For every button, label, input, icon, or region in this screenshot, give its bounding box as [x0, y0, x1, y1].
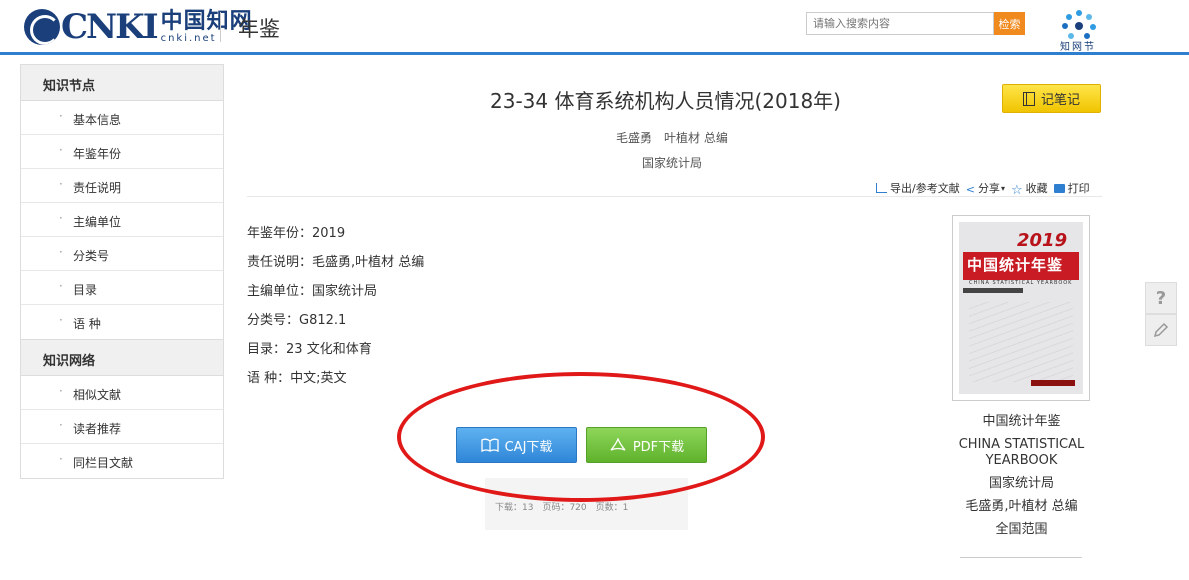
meta-catalog: 目录：23 文化和体育 — [247, 342, 372, 357]
zhiwangjie-text: 知网节 — [1060, 42, 1096, 53]
book-editors: 毛盛勇,叶植材 总编 — [965, 499, 1078, 514]
article-publisher: 国家统计局 — [642, 156, 703, 170]
sidebar-item-reader-recommend[interactable]: 读者推荐 — [21, 410, 223, 444]
logo-text: CNKI — [61, 7, 159, 47]
meta-responsibility: 责任说明：毛盛勇,叶植材 总编 — [247, 255, 425, 270]
book-scope: 全国范围 — [995, 522, 1048, 537]
meta-editor-unit: 主编单位：国家统计局 — [247, 284, 378, 299]
export-icon — [876, 183, 887, 193]
sidebar-group-knowledge-nodes: 知识节点 基本信息 年鉴年份 责任说明 主编单位 分类号 目录 语 种 — [20, 64, 224, 340]
take-note-label: 记笔记 — [1040, 93, 1080, 108]
print-button[interactable]: 打印 — [1053, 180, 1090, 196]
header-underline — [0, 52, 1189, 55]
search-input[interactable] — [806, 12, 994, 35]
article-editors: 毛盛勇 叶植材 总编 — [616, 131, 728, 145]
printer-icon — [1053, 183, 1065, 193]
sidebar-group-title: 知识网络 — [21, 340, 223, 376]
book-name-cn[interactable]: 中国统计年鉴 — [950, 414, 1093, 430]
cover-year: 2019 — [1017, 230, 1068, 251]
book-info-separator — [960, 557, 1082, 558]
export-button[interactable]: 导出/参考文献 — [876, 180, 960, 196]
sidebar-item-classification[interactable]: 分类号 — [21, 237, 223, 271]
pdf-download-button[interactable]: PDF下载 — [586, 427, 707, 463]
book-cover[interactable]: 2019 中国统计年鉴 CHINA STATISTICAL YEARBOOK — [952, 215, 1090, 401]
download-stats: 下载：13 页码：720 页数：1 — [485, 478, 688, 530]
article-metadata: 年鉴年份：2019 责任说明：毛盛勇,叶植材 总编 主编单位：国家统计局 分类号… — [247, 222, 424, 396]
notebook-icon — [1022, 91, 1035, 106]
meta-yearbook-year: 年鉴年份：2019 — [247, 226, 346, 241]
share-button[interactable]: < 分享 ▾ — [966, 180, 1005, 196]
share-icon: < — [965, 183, 975, 196]
sidebar-group-knowledge-network: 知识网络 相似文献 读者推荐 同栏目文献 — [20, 340, 224, 479]
meta-classification: 分类号：G812.1 — [247, 313, 347, 328]
cnki-logo[interactable]: CNKI 中国知网 cnki.net — [24, 7, 253, 47]
cover-subtitle: CHINA STATISTICAL YEARBOOK — [969, 280, 1073, 286]
sidebar-item-basic-info[interactable]: 基本信息 — [21, 101, 223, 135]
logo-separator — [220, 12, 221, 42]
feedback-icon[interactable]: ? — [1145, 282, 1177, 314]
book-icon — [480, 438, 499, 452]
sidebar-item-yearbook-year[interactable]: 年鉴年份 — [21, 135, 223, 169]
article-toolbar: 导出/参考文献 < 分享 ▾ ☆ 收藏 打印 — [876, 180, 1096, 198]
pencil-icon[interactable] — [1145, 314, 1177, 346]
caj-download-button[interactable]: CAJ下载 — [456, 427, 577, 463]
book-publisher: 国家统计局 — [988, 476, 1054, 491]
star-icon: ☆ — [1010, 183, 1023, 198]
sidebar-item-editor-unit[interactable]: 主编单位 — [21, 203, 223, 237]
take-note-button[interactable]: 记笔记 — [1002, 84, 1101, 113]
pdf-download-label: PDF下载 — [632, 439, 685, 455]
sidebar-item-responsibility[interactable]: 责任说明 — [21, 169, 223, 203]
page-title: 23-34 体育系统机构人员情况(2018年) — [490, 89, 841, 113]
cover-title: 中国统计年鉴 — [963, 252, 1079, 280]
content-divider — [247, 196, 1102, 197]
sidebar-item-similar-docs[interactable]: 相似文献 — [21, 376, 223, 410]
meta-language: 语 种：中文;英文 — [247, 371, 347, 386]
book-info: 中国统计年鉴 CHINA STATISTICAL YEARBOOK 国家统计局 … — [950, 414, 1093, 545]
section-title[interactable]: 年鉴 — [238, 13, 280, 43]
pdf-icon — [610, 438, 626, 451]
header: CNKI 中国知网 cnki.net 年鉴 检索 知网节 — [0, 0, 1189, 54]
sidebar-item-same-column[interactable]: 同栏目文献 — [21, 444, 223, 478]
search-button[interactable]: 检索 — [994, 12, 1025, 35]
sidebar-group-title: 知识节点 — [21, 65, 223, 101]
favorite-button[interactable]: ☆ 收藏 — [1010, 180, 1048, 198]
sidebar-item-language[interactable]: 语 种 — [21, 305, 223, 339]
book-name-en: CHINA STATISTICAL YEARBOOK — [958, 437, 1085, 468]
cnki-globe-icon — [24, 9, 60, 45]
caj-download-label: CAJ下载 — [504, 439, 553, 455]
sidebar: 知识节点 基本信息 年鉴年份 责任说明 主编单位 分类号 目录 语 种 知识网络… — [20, 64, 224, 479]
sidebar-item-catalog[interactable]: 目录 — [21, 271, 223, 305]
